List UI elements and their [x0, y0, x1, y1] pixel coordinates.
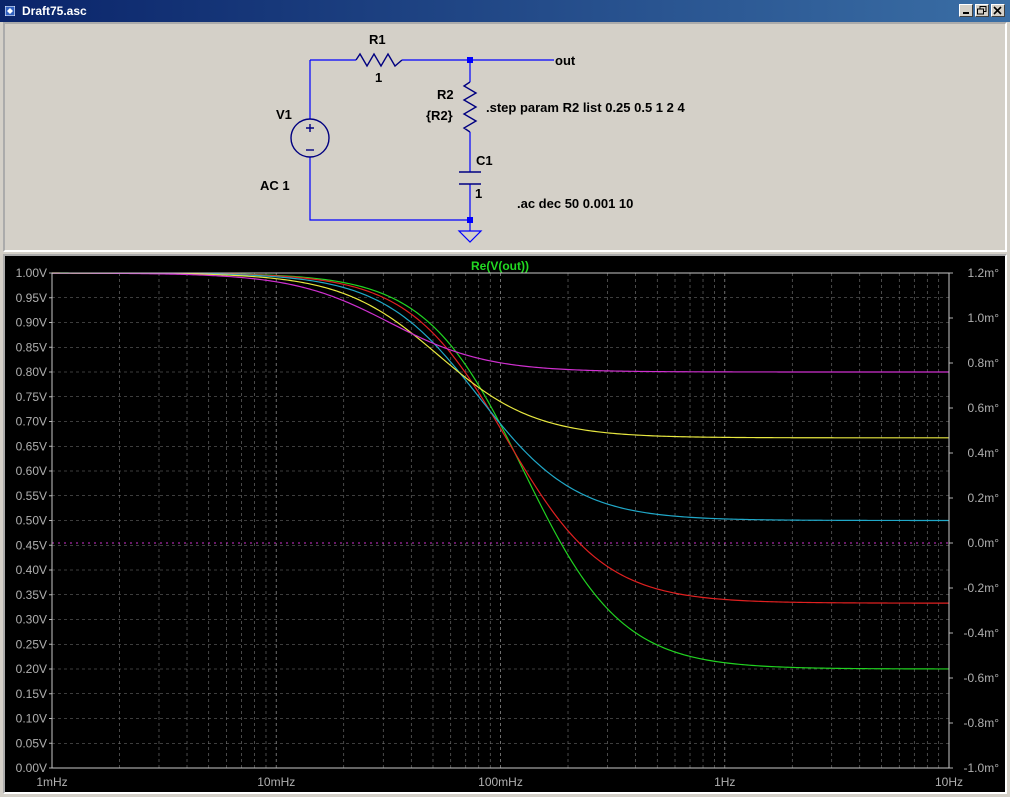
y2-axis-tick-label: -0.8m°: [964, 716, 1000, 730]
title-bar[interactable]: Draft75.asc: [0, 0, 1010, 22]
x-axis-tick-label: 10Hz: [935, 775, 963, 789]
x-axis-tick-label: 100mHz: [478, 775, 523, 789]
y2-axis-tick-label: 0.6m°: [968, 401, 1000, 415]
x-axis-tick-label: 1Hz: [714, 775, 735, 789]
trace-title-re-v-out[interactable]: Re(V(out)): [471, 259, 529, 273]
y-axis-tick-label: 0.30V: [16, 613, 47, 627]
y-axis-tick-label: 0.15V: [16, 687, 47, 701]
y2-axis-tick-label: 0.0m°: [968, 536, 1000, 550]
y-axis-tick-label: 0.25V: [16, 637, 47, 651]
x-axis-tick-label: 10mHz: [257, 775, 295, 789]
c1-value-label[interactable]: 1: [475, 186, 482, 201]
minimize-button[interactable]: [959, 4, 973, 17]
voltage-source-v1-symbol[interactable]: [290, 118, 330, 158]
r1-value-label[interactable]: 1: [375, 70, 382, 85]
restore-icon: [977, 6, 987, 15]
close-button[interactable]: [991, 4, 1005, 17]
axis-ticks: 0.00V 0.05V 0.10V 0.15V 0.20V 0.25V 0.30V 0.35V…: [16, 266, 1000, 789]
y-axis-tick-label: 0.65V: [16, 439, 47, 453]
r2-name-label[interactable]: R2: [437, 87, 454, 102]
junction-dot: [467, 217, 473, 223]
ltspice-app-icon: [5, 6, 15, 16]
schematic-editor[interactable]: R1 1 R2 {R2} C1 1 V1 AC 1 out .step para…: [3, 22, 1007, 252]
y2-axis-tick-label: 0.4m°: [968, 446, 1000, 460]
window-controls: [959, 4, 1005, 17]
v1-name-label[interactable]: V1: [276, 107, 292, 122]
junction-dot: [467, 57, 473, 63]
y2-axis-tick-label: -0.6m°: [964, 671, 1000, 685]
y-axis-tick-label: 0.55V: [16, 489, 47, 503]
net-label-out[interactable]: out: [555, 53, 576, 68]
resistor-r2-symbol[interactable]: [462, 81, 478, 133]
y2-axis-tick-label: -1.0m°: [964, 761, 1000, 775]
ltspice-window: Draft75.asc R1 1 R2 {R2} C1 1 V1 AC 1 ou…: [0, 0, 1010, 797]
y-axis-tick-label: 0.80V: [16, 365, 47, 379]
ac-directive[interactable]: .ac dec 50 0.001 10: [517, 196, 633, 211]
step-directive[interactable]: .step param R2 list 0.25 0.5 1 2 4: [486, 100, 685, 115]
y-axis-tick-label: 0.40V: [16, 563, 47, 577]
y-axis-tick-label: 0.05V: [16, 736, 47, 750]
minimize-icon: [963, 12, 969, 14]
y-axis-tick-label: 0.00V: [16, 761, 47, 775]
y-axis-tick-label: 0.45V: [16, 538, 47, 552]
y-axis-tick-label: 0.60V: [16, 464, 47, 478]
y2-axis-tick-label: 0.2m°: [968, 491, 1000, 505]
restore-button[interactable]: [975, 4, 989, 17]
close-icon: [993, 6, 1002, 15]
resistor-r1-symbol[interactable]: [355, 52, 403, 68]
window-title: Draft75.asc: [22, 4, 87, 18]
y-axis-tick-label: 0.90V: [16, 316, 47, 330]
ground-icon[interactable]: [457, 230, 483, 243]
y2-axis-tick-label: 1.2m°: [968, 266, 1000, 280]
r2-value-label[interactable]: {R2}: [426, 108, 453, 123]
y2-axis-tick-label: 0.8m°: [968, 356, 1000, 370]
waveform-viewer[interactable]: Re(V(out)) 0.00V 0.05V 0.10V 0.15V 0.20V 0.25…: [3, 254, 1007, 794]
y-axis-tick-label: 0.95V: [16, 291, 47, 305]
y2-axis-tick-label: -0.4m°: [964, 626, 1000, 640]
x-axis-tick-label: 1mHz: [36, 775, 67, 789]
y-axis-tick-label: 0.10V: [16, 712, 47, 726]
y-axis-tick-label: 1.00V: [16, 266, 47, 280]
capacitor-c1-symbol[interactable]: [459, 171, 481, 185]
v1-value-label[interactable]: AC 1: [260, 178, 290, 193]
y-axis-tick-label: 0.50V: [16, 514, 47, 528]
y-axis-tick-label: 0.20V: [16, 662, 47, 676]
c1-name-label[interactable]: C1: [476, 153, 493, 168]
y-axis-tick-label: 0.85V: [16, 340, 47, 354]
y2-axis-tick-label: -0.2m°: [964, 581, 1000, 595]
y-axis-tick-label: 0.70V: [16, 415, 47, 429]
y2-axis-tick-label: 1.0m°: [968, 311, 1000, 325]
r1-name-label[interactable]: R1: [369, 32, 386, 47]
y-axis-tick-label: 0.35V: [16, 588, 47, 602]
y-axis-tick-label: 0.75V: [16, 390, 47, 404]
